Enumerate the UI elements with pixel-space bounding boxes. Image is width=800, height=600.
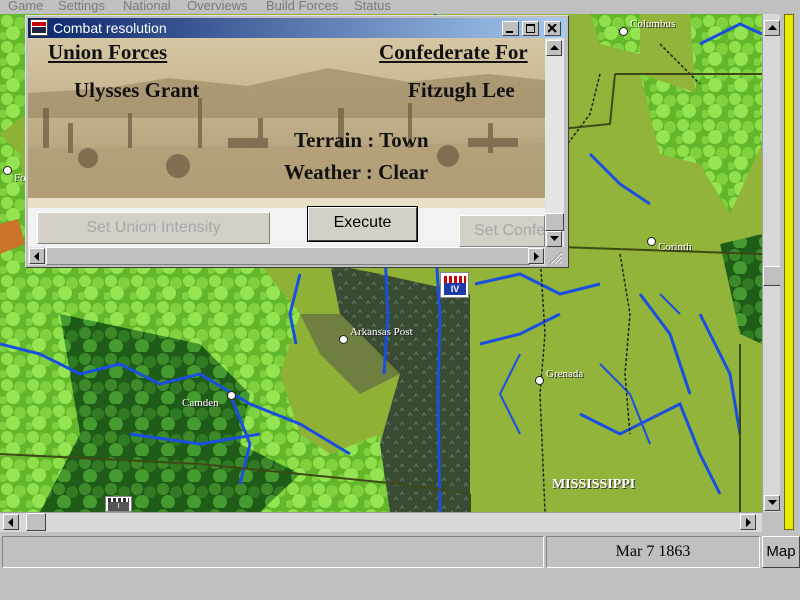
arrow-up-icon [550, 45, 559, 50]
minimize-icon [506, 31, 513, 33]
scroll-down-button[interactable] [764, 495, 780, 511]
resize-grip-icon[interactable] [547, 249, 563, 265]
set-union-intensity-button[interactable]: Set Union Intensity [37, 212, 270, 244]
arrow-up-icon [768, 25, 777, 30]
corps-label: IV [444, 283, 466, 295]
status-message-panel [2, 536, 544, 568]
confederate-general-name: Fitzugh Lee [408, 78, 515, 102]
weather-text: Weather : Clear [284, 160, 429, 184]
maximize-icon [526, 24, 535, 33]
town-grenada-marker[interactable] [535, 376, 544, 385]
scroll-left-button[interactable] [29, 248, 45, 264]
close-icon [548, 24, 557, 33]
arrow-left-icon [8, 518, 13, 527]
scroll-up-button[interactable] [764, 20, 780, 36]
execute-button[interactable]: Execute [307, 206, 418, 242]
execute-button-label: Execute [308, 207, 417, 241]
map-vertical-scrollbar[interactable] [762, 14, 781, 512]
union-general-name: Ulysses Grant [74, 78, 200, 102]
set-confederate-intensity-button[interactable]: Set Confe [459, 215, 545, 247]
scroll-right-button[interactable] [528, 248, 544, 264]
arrow-right-icon [534, 252, 539, 261]
scroll-left-button[interactable] [3, 514, 19, 530]
menu-settings[interactable]: Settings [58, 0, 105, 13]
dialog-horizontal-scrollbar[interactable] [28, 247, 545, 265]
map-horizontal-scrollbar[interactable] [0, 512, 762, 533]
status-bar: Mar 7 1863 Map [0, 532, 800, 600]
national-morale-bar [780, 14, 800, 532]
town-fo-marker[interactable] [3, 166, 12, 175]
state-label-mississippi: MISSISSIPPI [552, 477, 636, 492]
town-fo-label: Fo [14, 172, 26, 184]
app-icon [30, 19, 48, 36]
scroll-thumb[interactable] [763, 266, 781, 286]
menu-overviews[interactable]: Overviews [187, 0, 248, 13]
scroll-down-button[interactable] [546, 231, 562, 247]
menu-status[interactable]: Status [354, 0, 391, 13]
confederate-forces-header: Confederate For [379, 40, 528, 64]
town-corinth-label: Corinth [658, 241, 692, 253]
menu-bar: Game Settings National Overviews Build F… [0, 0, 800, 14]
menu-build-forces[interactable]: Build Forces [266, 0, 338, 13]
map-button[interactable]: Map [762, 536, 800, 568]
union-forces-header: Union Forces [48, 40, 168, 64]
menu-game[interactable]: Game [8, 0, 43, 13]
morale-fill [784, 14, 794, 530]
town-arkansas-post-marker[interactable] [339, 335, 348, 344]
arrow-right-icon [746, 518, 751, 527]
union-corps-counter[interactable]: IV [440, 272, 469, 298]
date-display: Mar 7 1863 [546, 536, 760, 568]
scroll-right-button[interactable] [740, 514, 756, 530]
scroll-thumb[interactable] [46, 247, 530, 265]
town-columbus-marker[interactable] [619, 27, 628, 36]
terrain-text: Terrain : Town [294, 128, 429, 152]
dialog-title: Combat resolution [53, 20, 167, 36]
maximize-button[interactable] [522, 21, 539, 36]
town-grenada-label: Grenada [546, 368, 584, 380]
combat-resolution-dialog: Combat resolution Union Forces Confedera… [25, 15, 569, 268]
scroll-up-button[interactable] [546, 40, 562, 56]
combat-view: Union Forces Confederate For Ulysses Gra… [28, 38, 545, 247]
arrow-down-icon [550, 236, 559, 241]
paper-strip [28, 198, 545, 208]
menu-national[interactable]: National [123, 0, 171, 13]
town-corinth-marker[interactable] [647, 237, 656, 246]
minimize-button[interactable] [502, 21, 519, 36]
town-arkansas-post-label: Arkansas Post [350, 326, 413, 338]
town-camden-label: Camden [182, 397, 219, 409]
scroll-thumb[interactable] [26, 513, 46, 531]
scroll-thumb[interactable] [545, 213, 564, 231]
dialog-vertical-scrollbar[interactable] [545, 38, 564, 247]
close-button[interactable] [544, 21, 561, 36]
town-camden-marker[interactable] [227, 391, 236, 400]
unit-label: I [108, 502, 129, 511]
town-columbus-label: Columbus [630, 18, 676, 30]
arrow-left-icon [34, 252, 39, 261]
arrow-down-icon [768, 500, 777, 505]
flag-icon [444, 276, 466, 283]
dialog-titlebar[interactable]: Combat resolution [28, 18, 566, 38]
unit-counter-small[interactable]: I [105, 496, 132, 512]
